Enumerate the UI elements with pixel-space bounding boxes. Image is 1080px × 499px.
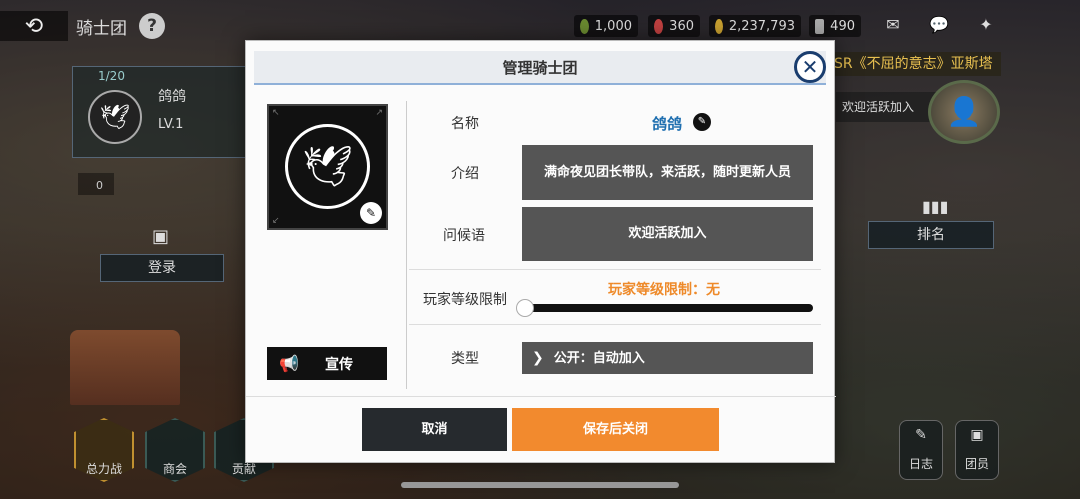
divider — [246, 396, 836, 397]
home-indicator[interactable] — [401, 482, 679, 488]
currency-value: 2,237,793 — [728, 18, 795, 34]
currency-crystal: 490 — [809, 15, 861, 37]
edit-emblem-icon[interactable]: ✎ — [360, 202, 382, 224]
guild-name: 鸽鸽 — [158, 89, 186, 105]
close-button[interactable]: ✕ — [794, 51, 826, 83]
back-arrow-icon: ⟲ — [24, 13, 44, 39]
notice-banner: SR《不屈的意志》亚斯塔 — [826, 52, 1001, 76]
settings-icon[interactable]: ✦ — [974, 15, 998, 37]
level-limit-label: 玩家等级限制 — [423, 292, 507, 308]
divider — [409, 324, 821, 325]
manage-guild-dialog: 管理骑士团 ✕ ↖ ↗ ↙ 🕊 ✎ 📢 宣传 名称 鸽鸽 ✎ 介绍 满命夜见团长带… — [245, 40, 836, 463]
cancel-button[interactable]: 取消 — [362, 408, 507, 451]
members-label: 团员 — [964, 457, 989, 471]
type-value: 公开：自动加入 — [553, 351, 645, 366]
rank-button[interactable]: 排名 — [868, 221, 994, 249]
guild-emblem-editor[interactable]: ↖ ↗ ↙ 🕊 ✎ — [267, 104, 388, 230]
back-button[interactable]: ⟲ — [0, 11, 68, 41]
promote-button[interactable]: 📢 宣传 — [267, 347, 387, 380]
member-count: 1/20 — [98, 69, 125, 83]
log-label: 日志 — [908, 457, 933, 471]
corner-mark-icon: ↙ — [272, 216, 280, 226]
intro-field[interactable]: 满命夜见团长带队，来活跃，随时更新人员 — [522, 145, 813, 200]
greeting-bubble: 欢迎活跃加入 — [836, 92, 936, 122]
medal-icon — [654, 18, 664, 34]
level-limit-value: 玩家等级限制：无 — [608, 282, 720, 298]
corner-mark-icon: ↖ — [272, 108, 280, 118]
rank-icon: ▮▮▮ — [922, 197, 949, 216]
currency-value: 360 — [669, 18, 694, 34]
currency-medal: 360 — [648, 15, 700, 37]
promote-label: 宣传 — [325, 356, 353, 373]
crystal-icon — [815, 18, 825, 34]
type-label: 类型 — [451, 351, 479, 367]
intro-label: 介绍 — [451, 166, 479, 182]
gold-coin-icon — [715, 18, 723, 34]
currency-value: 490 — [830, 18, 855, 34]
divider — [409, 269, 821, 270]
edit-name-icon[interactable]: ✎ — [693, 113, 711, 131]
megaphone-icon: 📢 — [279, 354, 299, 373]
greeting-field[interactable]: 欢迎活跃加入 — [522, 207, 813, 261]
mail-icon[interactable]: ✉ — [881, 15, 905, 37]
close-icon: ✕ — [801, 55, 819, 79]
level-limit-slider[interactable] — [516, 299, 813, 317]
guild-emblem-icon: 🕊 — [88, 90, 142, 144]
chat-icon[interactable]: 💬 — [927, 15, 951, 37]
chevron-right-icon: ❯ — [532, 350, 544, 366]
currency-value: 1,000 — [594, 18, 632, 34]
slider-knob[interactable] — [516, 299, 534, 317]
guild-level: LV.1 — [158, 117, 184, 132]
greeting-label: 问候语 — [443, 228, 485, 244]
corner-mark-icon: ↗ — [375, 108, 383, 118]
login-button[interactable]: 登录 — [100, 254, 224, 282]
help-button[interactable]: ? — [139, 13, 165, 39]
currency-gold: 2,237,793 — [709, 15, 801, 37]
guild-name-value: 鸽鸽 — [652, 115, 683, 133]
log-button[interactable]: ✎ 日志 — [899, 420, 943, 480]
page-title: 骑士团 — [76, 19, 127, 39]
leader-avatar[interactable]: 👤 — [928, 80, 1000, 144]
type-selector[interactable]: ❯ 公开：自动加入 — [522, 342, 813, 374]
members-button[interactable]: ▣ 团员 — [955, 420, 999, 480]
members-icon: ▣ — [970, 427, 984, 443]
name-label: 名称 — [451, 116, 479, 132]
save-close-button[interactable]: 保存后关闭 — [512, 408, 719, 451]
dialog-title: 管理骑士团 — [254, 51, 826, 85]
currency-gold-coin: 1,000 — [574, 15, 638, 37]
guild-sub-stat: 0 — [78, 173, 114, 195]
dove-emblem-icon: 🕊 — [285, 124, 370, 209]
treasure-chest[interactable] — [70, 330, 180, 405]
green-coin-icon — [580, 18, 589, 34]
calendar-icon: ▣ — [152, 226, 170, 247]
log-icon: ✎ — [915, 427, 927, 443]
divider — [406, 101, 407, 389]
